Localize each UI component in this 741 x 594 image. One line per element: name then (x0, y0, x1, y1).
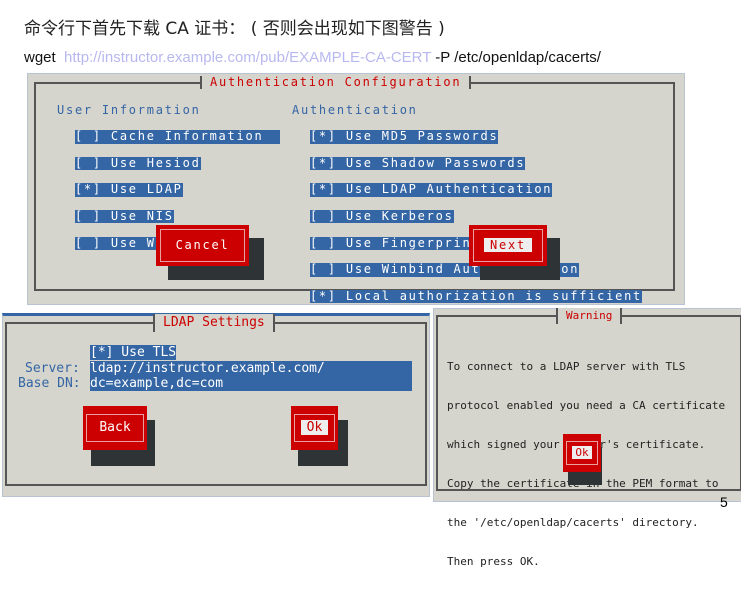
checkbox-use-tls[interactable]: [*] Use TLS (90, 345, 177, 360)
auth-title: Authentication Configuration (200, 75, 472, 90)
warning-line: Then press OK. (447, 555, 540, 568)
checkbox-kerberos[interactable]: [ ] Use Kerberos (309, 209, 454, 224)
checkbox-ldap[interactable]: [*] Use LDAP (74, 183, 183, 197)
authentication-list: [*] Use MD5 Passwords [*] Use Shadow Pas… (292, 117, 643, 316)
checkbox-local-authorization[interactable]: [*] Local authorization is sufficient (309, 289, 643, 304)
warning-dialog: Warning To connect to a LDAP server with… (433, 308, 741, 568)
checkbox-cache-information[interactable]: [ ] Cache Information (74, 129, 280, 144)
server-label: Server: (25, 361, 80, 376)
back-button[interactable]: Back (83, 406, 147, 450)
warning-line: protocol enabled you need a CA certifica… (447, 399, 726, 412)
warning-ok-button[interactable]: Ok (563, 434, 601, 472)
next-button[interactable]: Next (469, 225, 547, 266)
auth-config-dialog: Authentication Configuration User Inform… (27, 73, 685, 305)
ok-button[interactable]: Ok (291, 406, 338, 450)
authentication-label: Authentication (292, 103, 418, 117)
page-number: 5 (720, 494, 728, 510)
checkbox-md5[interactable]: [*] Use MD5 Passwords (309, 129, 499, 144)
basedn-input[interactable]: dc=example,dc=com (90, 376, 412, 391)
user-info-label: User Information (57, 103, 201, 117)
server-input[interactable]: ldap://instructor.example.com/ (90, 361, 412, 376)
checkbox-nis[interactable]: [ ] Use NIS (74, 209, 174, 224)
cancel-button[interactable]: Cancel (156, 225, 249, 266)
wget-command: wget http://instructor.example.com/pub/E… (24, 49, 601, 66)
cert-url[interactable]: http://instructor.example.com/pub/EXAMPL… (64, 49, 431, 66)
ldap-settings-dialog: LDAP Settings [*] Use TLS Server: ldap:/… (2, 313, 430, 497)
ldap-title: LDAP Settings (153, 314, 275, 332)
ldap-frame (5, 322, 427, 486)
warning-line: To connect to a LDAP server with TLS (447, 360, 686, 373)
cmd-prefix: wget (24, 49, 60, 66)
checkbox-shadow[interactable]: [*] Use Shadow Passwords (309, 156, 526, 171)
warning-line: the '/etc/openldap/cacerts' directory. (447, 516, 699, 529)
basedn-label: Base DN: (18, 376, 81, 391)
cmd-suffix: -P /etc/openldap/cacerts/ (431, 49, 601, 66)
heading: 命令行下首先下载 CA 证书： ( 否则会出现如下图警告 ) (24, 19, 445, 39)
checkbox-ldap-auth[interactable]: [*] Use LDAP Authentication (309, 183, 553, 197)
checkbox-hesiod[interactable]: [ ] Use Hesiod (74, 156, 201, 171)
warning-title: Warning (556, 308, 623, 324)
